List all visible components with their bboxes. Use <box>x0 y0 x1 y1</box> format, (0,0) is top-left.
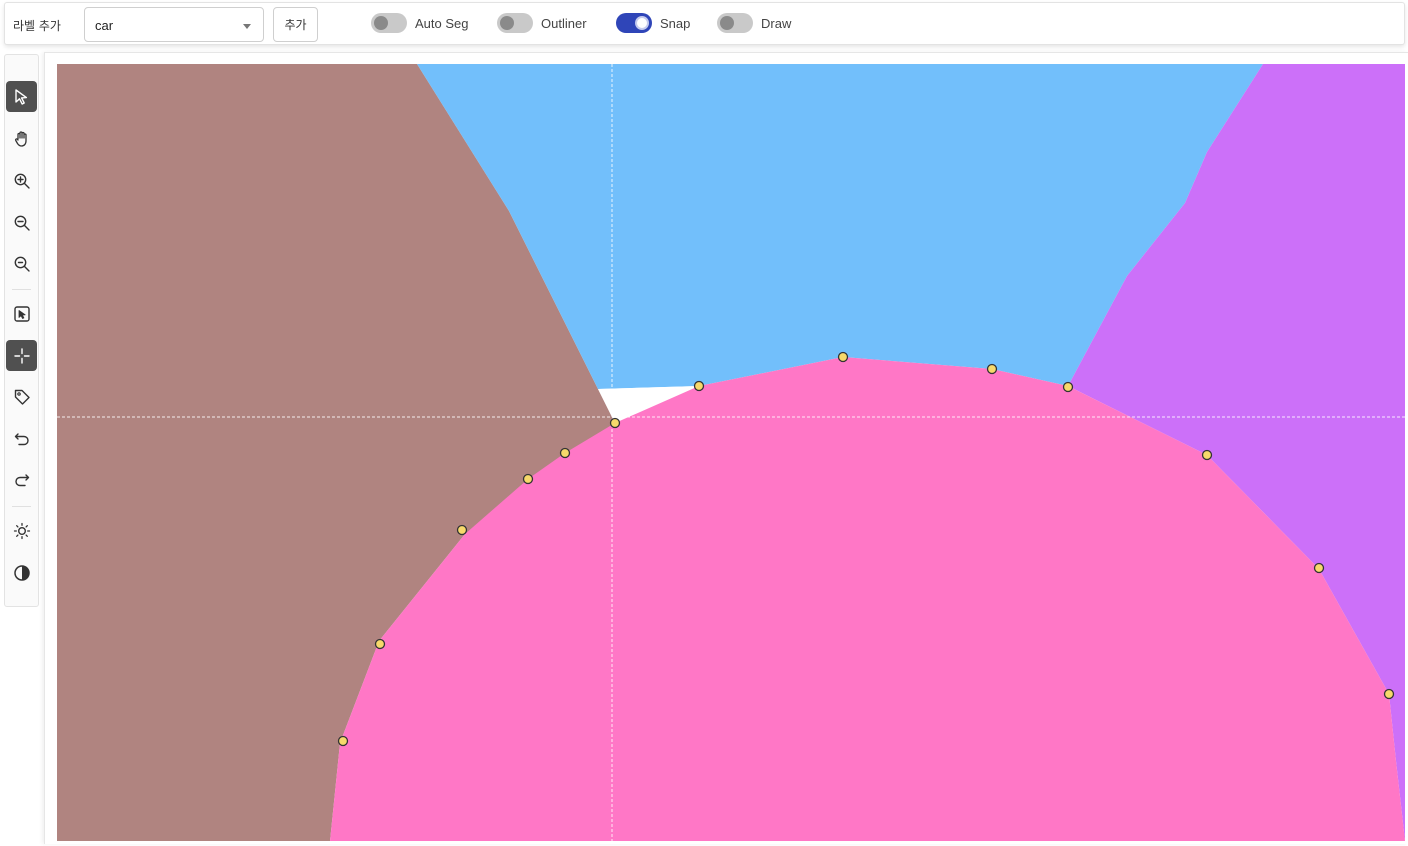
polygon-vertex[interactable] <box>374 638 386 650</box>
polygon-vertex[interactable] <box>1383 688 1395 700</box>
brightness-icon <box>13 522 30 539</box>
pointer-tool[interactable] <box>6 81 37 112</box>
redo-icon <box>14 473 29 486</box>
polygon-vertex[interactable] <box>522 473 534 485</box>
toggle-label: Draw <box>761 15 792 31</box>
select-box-icon <box>13 305 30 322</box>
toggle-draw[interactable]: Draw <box>717 13 791 33</box>
brightness-tool[interactable] <box>6 515 37 546</box>
zoom-fit-tool[interactable] <box>6 248 37 279</box>
polygon-vertex[interactable] <box>693 380 705 392</box>
label-select[interactable]: car <box>84 7 264 42</box>
redo-button[interactable] <box>6 464 37 495</box>
left-tool-palette <box>4 54 39 607</box>
zoom-out-icon <box>14 215 30 231</box>
toggle-switch[interactable] <box>497 13 533 33</box>
polygon-vertex[interactable] <box>559 447 571 459</box>
toggle-switch[interactable] <box>371 13 407 33</box>
zoom-out-tool[interactable] <box>6 207 37 238</box>
add-label-button[interactable]: 추가 <box>273 7 318 42</box>
label-select-value: car <box>95 18 114 33</box>
annotation-canvas[interactable] <box>57 64 1405 841</box>
zoom-in-tool[interactable] <box>6 165 37 196</box>
zoom-in-icon <box>14 173 30 189</box>
toggle-outliner[interactable]: Outliner <box>497 13 587 33</box>
toolbar-divider <box>12 289 31 290</box>
label-add-title: 라벨 추가 <box>13 19 61 33</box>
undo-icon <box>14 432 29 445</box>
select-box-tool[interactable] <box>6 298 37 329</box>
polygon-vertex[interactable] <box>1062 381 1074 393</box>
contrast-icon <box>13 564 30 581</box>
toggle-snap[interactable]: Snap <box>616 13 690 33</box>
toggle-label: Outliner <box>541 15 587 31</box>
polygon-vertex[interactable] <box>1313 562 1325 574</box>
polygon-vertex[interactable] <box>609 417 621 429</box>
chevron-down-icon <box>243 24 251 29</box>
crosshair-icon <box>13 347 30 364</box>
polygon-vertex[interactable] <box>1201 449 1213 461</box>
toggle-auto-seg[interactable]: Auto Seg <box>371 13 469 33</box>
zoom-fit-icon <box>14 256 30 272</box>
toggle-label: Auto Seg <box>415 15 469 31</box>
polygon-vertex[interactable] <box>337 735 349 747</box>
hand-icon <box>14 130 27 147</box>
crosshair-tool[interactable] <box>6 340 37 371</box>
toggle-switch[interactable] <box>717 13 753 33</box>
toolbar-divider <box>12 506 31 507</box>
polygon-vertex[interactable] <box>986 363 998 375</box>
polygon-vertex[interactable] <box>456 524 468 536</box>
polygon-vertex[interactable] <box>837 351 849 363</box>
toggle-label: Snap <box>660 15 691 31</box>
toggle-switch[interactable] <box>616 13 652 33</box>
pointer-icon <box>14 88 27 105</box>
contrast-tool[interactable] <box>6 557 37 588</box>
tag-icon <box>14 389 30 405</box>
tag-tool[interactable] <box>6 381 37 412</box>
pan-tool[interactable] <box>6 123 37 154</box>
undo-button[interactable] <box>6 423 37 454</box>
top-toolbar: 라벨 추가 car 추가 Auto Seg Outliner Snap Draw <box>4 2 1405 45</box>
